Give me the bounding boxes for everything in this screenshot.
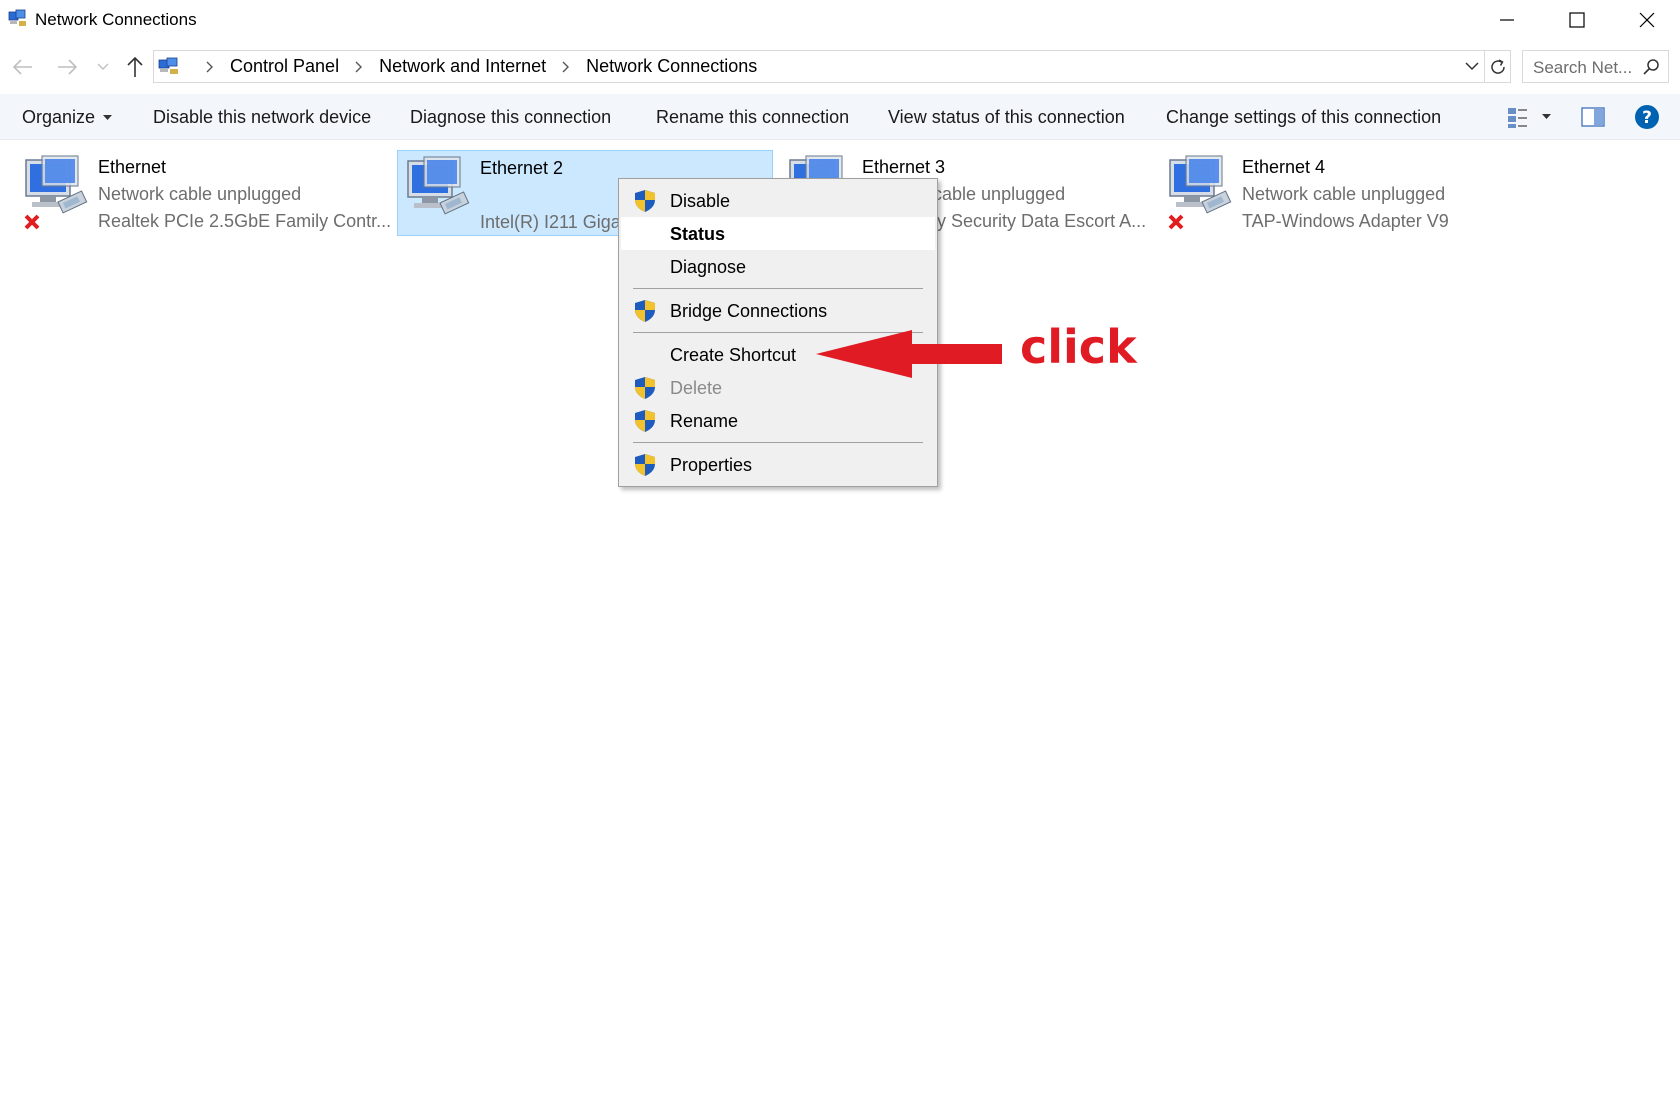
uac-shield-icon — [635, 190, 655, 212]
refresh-icon — [1490, 58, 1505, 74]
preview-pane-icon — [1581, 107, 1605, 127]
annotation-arrow — [816, 330, 1002, 378]
connection-device: Realtek PCIe 2.5GbE Family Contr... — [98, 211, 392, 231]
close-button[interactable] — [1612, 0, 1680, 40]
menu-item-label: Properties — [670, 455, 753, 475]
connection-status: Network cable unplugged — [1242, 184, 1446, 204]
refresh-button[interactable] — [1485, 50, 1511, 83]
change-view-button[interactable] — [1498, 103, 1558, 131]
search-icon — [1643, 59, 1659, 75]
menu-item-label: Bridge Connections — [670, 301, 828, 321]
network-adapter-icon — [24, 155, 88, 230]
arrow-left-icon — [12, 59, 32, 75]
connection-name: Ethernet 3 — [862, 157, 946, 177]
breadcrumb-network-connections[interactable]: Network Connections — [586, 56, 757, 77]
maximize-icon — [1569, 12, 1585, 28]
menu-item-disable[interactable]: Disable — [621, 184, 935, 217]
rename-connection-button[interactable]: Rename this connection — [656, 107, 849, 128]
connection-ethernet-4[interactable]: Ethernet 4 Network cable unplugged TAP-W… — [1160, 150, 1540, 236]
menu-item-label: Status — [670, 224, 726, 244]
menu-separator — [633, 288, 923, 289]
uac-shield-icon — [635, 300, 655, 322]
connection-device: TAP-Windows Adapter V9 — [1242, 211, 1449, 231]
connection-name: Ethernet 4 — [1242, 157, 1326, 177]
organize-menu[interactable]: Organize — [22, 107, 113, 128]
help-button[interactable]: ? — [1631, 103, 1663, 131]
change-settings-button[interactable]: Change settings of this connection — [1166, 107, 1441, 128]
menu-item-label: Create Shortcut — [670, 345, 797, 365]
menu-item-status[interactable]: Status — [621, 217, 935, 250]
breadcrumb-control-panel[interactable]: Control Panel — [230, 56, 339, 77]
svg-text:?: ? — [1642, 108, 1652, 128]
menu-item-label: Disable — [670, 191, 731, 211]
network-connections-icon — [8, 9, 26, 26]
preview-pane-button[interactable] — [1577, 103, 1609, 131]
help-icon: ? — [1635, 105, 1659, 129]
close-icon — [1639, 12, 1655, 28]
forward-button[interactable] — [52, 52, 82, 82]
menu-item-bridge-connections[interactable]: Bridge Connections — [621, 294, 935, 327]
disable-device-button[interactable]: Disable this network device — [153, 107, 371, 128]
window-title: Network Connections — [35, 10, 197, 29]
menu-item-rename[interactable]: Rename — [621, 404, 935, 437]
back-button[interactable] — [8, 52, 38, 82]
menu-item-label: Delete — [670, 378, 723, 398]
address-history-button[interactable] — [1459, 50, 1485, 83]
maximize-button[interactable] — [1542, 0, 1612, 40]
command-bar: Organize Disable this network device Dia… — [0, 94, 1680, 140]
uac-shield-icon — [635, 410, 655, 432]
title-bar: Network Connections — [0, 0, 1680, 40]
uac-shield-icon — [635, 454, 655, 476]
menu-item-label: Rename — [670, 411, 739, 431]
chevron-right-icon[interactable] — [558, 60, 574, 74]
organize-label: Organize — [22, 107, 96, 127]
network-adapter-icon — [407, 156, 470, 215]
arrow-up-icon — [127, 56, 143, 77]
search-placeholder: Search Net... — [1533, 58, 1633, 77]
menu-item-properties[interactable]: Properties — [621, 448, 935, 481]
view-options-icon — [1507, 108, 1527, 128]
view-status-button[interactable]: View status of this connection — [888, 107, 1125, 128]
menu-separator — [633, 442, 923, 443]
address-bar[interactable]: Control Panel Network and Internet Netwo… — [153, 50, 1485, 83]
network-adapter-icon — [1168, 155, 1232, 230]
caret-down-icon — [103, 115, 113, 121]
annotation-label: click — [1020, 320, 1137, 374]
uac-shield-icon — [635, 377, 655, 399]
diagnose-connection-button[interactable]: Diagnose this connection — [410, 107, 611, 128]
breadcrumb-network-and-internet[interactable]: Network and Internet — [379, 56, 546, 77]
arrow-right-icon — [58, 59, 78, 75]
network-folder-icon — [158, 57, 178, 74]
chevron-right-icon[interactable] — [351, 60, 367, 74]
menu-item-diagnose[interactable]: Diagnose — [621, 250, 935, 283]
chevron-down-icon — [97, 63, 109, 70]
connection-name: Ethernet 2 — [480, 158, 564, 178]
menu-item-label: Diagnose — [670, 257, 747, 277]
connection-status: Network cable unplugged — [98, 184, 302, 204]
connection-ethernet[interactable]: Ethernet Network cable unplugged Realtek… — [16, 150, 391, 236]
chevron-right-icon[interactable] — [202, 60, 218, 74]
search-input[interactable]: Search Net... — [1522, 50, 1669, 83]
minimize-icon — [1500, 19, 1514, 21]
up-button[interactable] — [120, 52, 150, 82]
breadcrumb: Control Panel Network and Internet Netwo… — [190, 51, 757, 82]
recent-locations-button[interactable] — [88, 52, 118, 82]
connection-name: Ethernet — [98, 157, 167, 177]
chevron-down-icon — [1465, 62, 1479, 71]
caret-down-icon — [1541, 114, 1551, 119]
minimize-button[interactable] — [1472, 0, 1542, 40]
